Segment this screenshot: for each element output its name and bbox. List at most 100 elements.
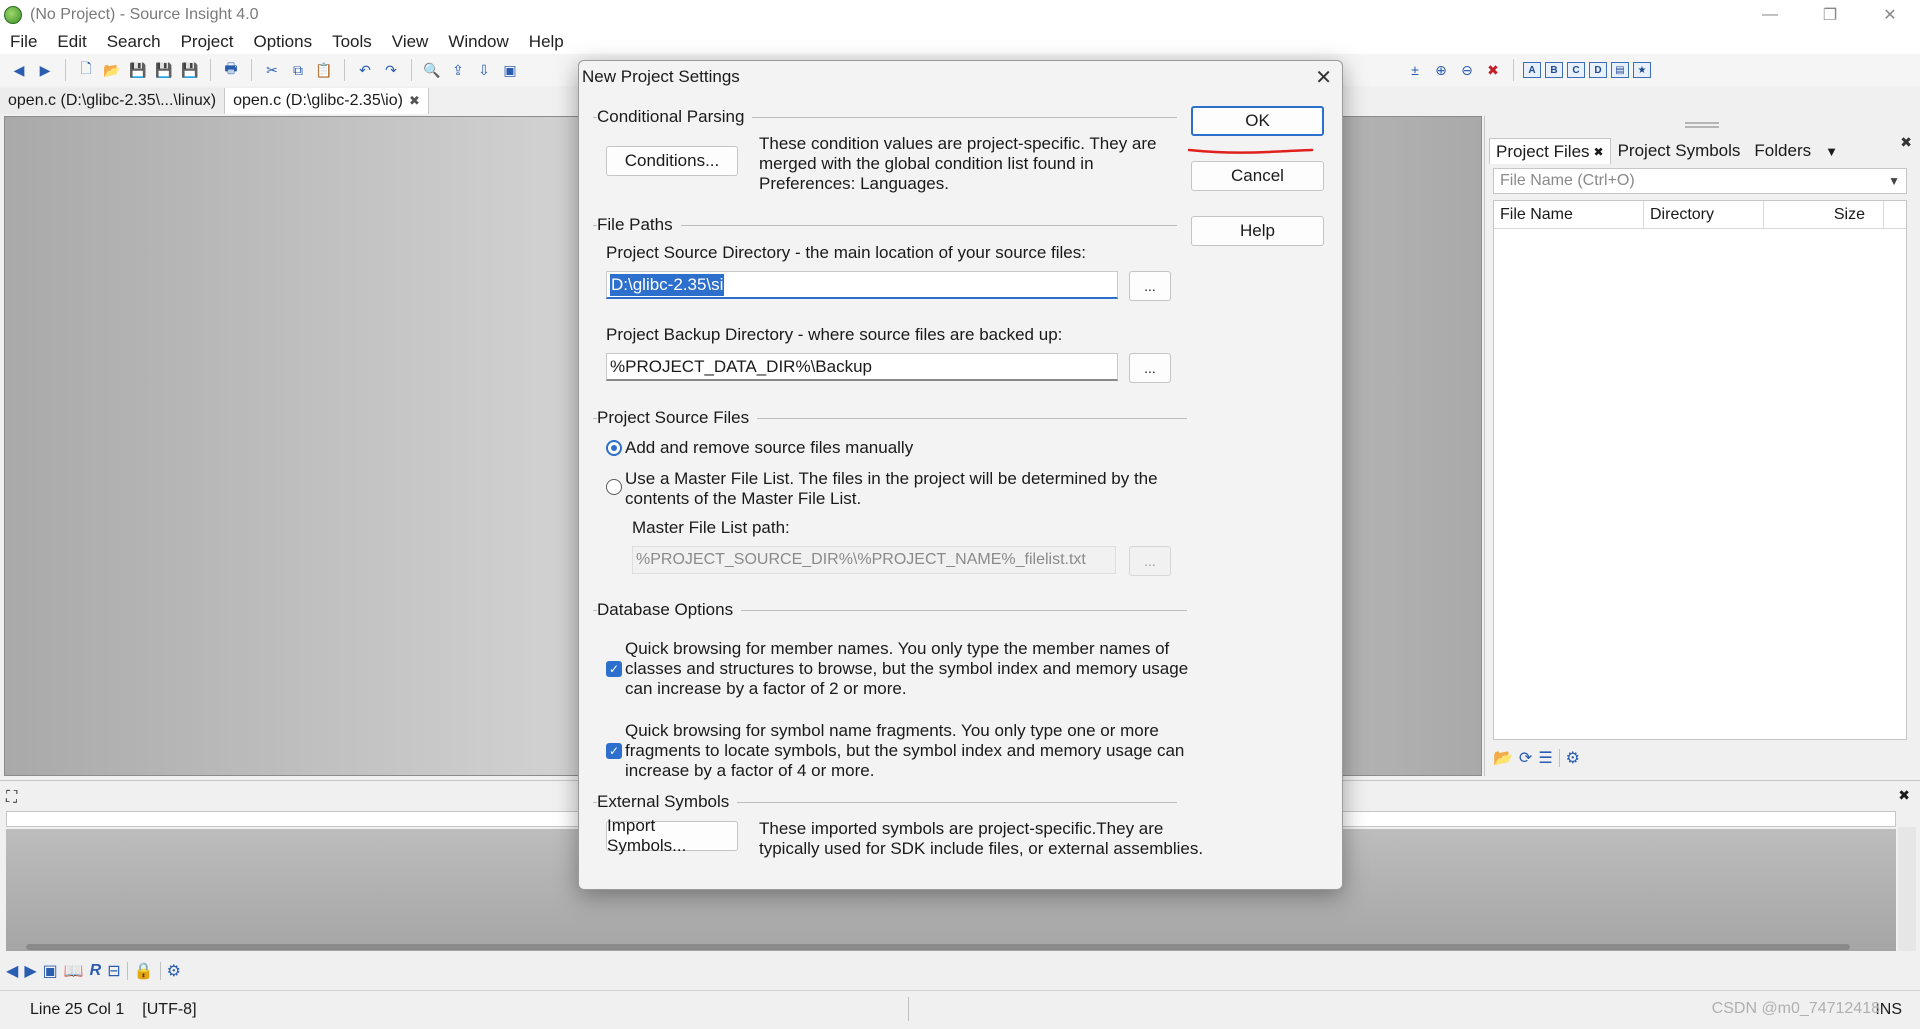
vertical-scrollbar[interactable] bbox=[1898, 827, 1916, 951]
jump-up-icon[interactable]: ⇪ bbox=[447, 59, 469, 81]
bookmark-icon[interactable]: ▣ bbox=[43, 961, 58, 981]
save-all-icon[interactable]: 💾 bbox=[179, 59, 201, 81]
manual-files-radio[interactable] bbox=[606, 440, 622, 456]
master-file-path-value: %PROJECT_SOURCE_DIR%\%PROJECT_NAME%_file… bbox=[636, 551, 1086, 568]
symbol-fragments-checkbox[interactable]: ✓ bbox=[606, 743, 622, 759]
tab-folders[interactable]: Folders ▼ bbox=[1747, 138, 1845, 164]
bookmark-icon[interactable]: ▣ bbox=[499, 59, 521, 81]
book-icon[interactable]: 📖 bbox=[64, 961, 84, 981]
toolbar-separator bbox=[210, 59, 211, 81]
gear-icon[interactable]: ⚙ bbox=[167, 961, 181, 981]
help-button[interactable]: Help bbox=[1191, 216, 1324, 246]
window-d-icon[interactable]: D bbox=[1589, 62, 1607, 78]
paste-icon[interactable]: 📋 bbox=[313, 59, 335, 81]
member-names-checkbox[interactable]: ✓ bbox=[606, 661, 622, 677]
external-symbols-label: External Symbols bbox=[597, 792, 738, 812]
group-divider bbox=[593, 225, 1177, 226]
save-icon[interactable]: 💾 bbox=[127, 59, 149, 81]
panel-grip-handle[interactable] bbox=[1685, 122, 1719, 128]
conditions-button[interactable]: Conditions... bbox=[606, 146, 738, 176]
window-c-icon[interactable]: C bbox=[1567, 62, 1585, 78]
symbol-fragments-line3: increase by a factor of 4 or more. bbox=[625, 761, 875, 780]
list-icon[interactable]: ☰ bbox=[1538, 748, 1552, 768]
master-file-list-line1[interactable]: Use a Master File List. The files in the… bbox=[625, 469, 1158, 489]
ok-button[interactable]: OK bbox=[1191, 106, 1324, 136]
close-panel-icon[interactable]: ✖ bbox=[1900, 134, 1912, 151]
open-folder-icon[interactable]: 📂 bbox=[101, 59, 123, 81]
open-folder-icon[interactable]: 📂 bbox=[1493, 748, 1513, 768]
file-list[interactable]: File Name Directory Size bbox=[1493, 200, 1907, 740]
menu-edit[interactable]: Edit bbox=[47, 32, 96, 52]
menu-project[interactable]: Project bbox=[171, 32, 244, 52]
reference-icon[interactable]: R bbox=[90, 962, 102, 980]
back-arrow-icon[interactable]: ◀ bbox=[8, 59, 30, 81]
new-project-settings-dialog: New Project Settings ✕ OK Cancel Help Co… bbox=[578, 60, 1343, 890]
save-as-icon[interactable]: 💾 bbox=[153, 59, 175, 81]
insert-line-icon[interactable]: ⊕ bbox=[1430, 59, 1452, 81]
column-directory[interactable]: Directory bbox=[1644, 201, 1764, 228]
file-name-filter-input[interactable]: File Name (Ctrl+O) ▼ bbox=[1493, 168, 1907, 194]
column-size[interactable]: Size bbox=[1764, 201, 1884, 228]
browse-master-button: ... bbox=[1129, 546, 1171, 576]
tree-icon[interactable]: ⊟ bbox=[107, 961, 120, 981]
copy-icon[interactable]: ⧉ bbox=[287, 59, 309, 81]
chevron-down-icon[interactable]: ▼ bbox=[1888, 174, 1900, 188]
window-a-icon[interactable]: A bbox=[1523, 62, 1541, 78]
window-b-icon[interactable]: B bbox=[1545, 62, 1563, 78]
file-tab-io[interactable]: open.c (D:\glibc-2.35\io) ✖ bbox=[225, 88, 429, 114]
file-tab-linux[interactable]: open.c (D:\glibc-2.35\...\linux) bbox=[0, 88, 226, 114]
context-window-icon[interactable]: ⛶ bbox=[6, 789, 17, 807]
lock-icon[interactable]: 🔒 bbox=[134, 961, 154, 981]
clear-icon[interactable]: ✖ bbox=[1482, 59, 1504, 81]
menu-view[interactable]: View bbox=[382, 32, 439, 52]
toolbar-separator bbox=[344, 59, 345, 81]
cut-icon[interactable]: ✂ bbox=[261, 59, 283, 81]
database-options-label: Database Options bbox=[597, 600, 742, 620]
menu-help[interactable]: Help bbox=[519, 32, 574, 52]
menu-file[interactable]: File bbox=[0, 32, 47, 52]
window-folder-icon[interactable]: ▤ bbox=[1611, 62, 1629, 78]
gear-icon[interactable]: ⚙ bbox=[1566, 748, 1580, 768]
minimize-button[interactable]: — bbox=[1740, 0, 1800, 30]
redo-icon[interactable]: ↷ bbox=[380, 59, 402, 81]
menu-search[interactable]: Search bbox=[97, 32, 171, 52]
close-window-button[interactable]: ✕ bbox=[1860, 0, 1920, 30]
close-tab-icon[interactable]: ✖ bbox=[1594, 145, 1604, 159]
menu-options[interactable]: Options bbox=[244, 32, 323, 52]
master-file-list-line2[interactable]: contents of the Master File List. bbox=[625, 489, 861, 509]
master-file-list-radio[interactable] bbox=[606, 479, 622, 495]
menu-tools[interactable]: Tools bbox=[322, 32, 382, 52]
jump-down-icon[interactable]: ⇩ bbox=[473, 59, 495, 81]
new-file-icon[interactable]: 🗋 bbox=[75, 59, 97, 81]
back-arrow-icon[interactable]: ◀ bbox=[6, 961, 18, 981]
browse-backup-button[interactable]: ... bbox=[1129, 353, 1171, 383]
delete-line-icon[interactable]: ⊖ bbox=[1456, 59, 1478, 81]
close-tab-icon[interactable]: ✖ bbox=[409, 93, 420, 109]
toggle-icon[interactable]: ± bbox=[1404, 59, 1426, 81]
undo-icon[interactable]: ↶ bbox=[354, 59, 376, 81]
toolbar-separator bbox=[159, 962, 161, 980]
menu-window[interactable]: Window bbox=[438, 32, 518, 52]
column-file-name[interactable]: File Name bbox=[1494, 201, 1644, 228]
chevron-down-icon[interactable]: ▼ bbox=[1825, 144, 1838, 159]
sync-icon[interactable]: ⟳ bbox=[1519, 748, 1532, 768]
browse-source-button[interactable]: ... bbox=[1129, 271, 1171, 301]
source-directory-input[interactable]: D:\glibc-2.35\si bbox=[606, 271, 1118, 299]
search-icon[interactable]: 🔍 bbox=[421, 59, 443, 81]
tab-project-files[interactable]: Project Files ✖ bbox=[1489, 138, 1611, 164]
tab-project-symbols[interactable]: Project Symbols bbox=[1611, 138, 1748, 164]
close-dialog-icon[interactable]: ✕ bbox=[1315, 65, 1332, 90]
print-icon[interactable]: 🖶 bbox=[220, 59, 242, 81]
horizontal-scrollbar[interactable] bbox=[26, 944, 1850, 950]
restore-button[interactable]: ❐ bbox=[1800, 0, 1860, 30]
forward-arrow-icon[interactable]: ▶ bbox=[34, 59, 56, 81]
import-symbols-button[interactable]: Import Symbols... bbox=[606, 816, 738, 855]
cancel-button[interactable]: Cancel bbox=[1191, 161, 1324, 191]
manual-files-label[interactable]: Add and remove source files manually bbox=[625, 438, 913, 458]
forward-arrow-icon[interactable]: ▶ bbox=[24, 961, 36, 981]
window-star-icon[interactable]: ★ bbox=[1633, 62, 1651, 78]
backup-directory-input[interactable]: %PROJECT_DATA_DIR%\Backup bbox=[606, 353, 1118, 381]
backup-directory-value: %PROJECT_DATA_DIR%\Backup bbox=[610, 356, 872, 376]
close-panel-icon[interactable]: ✖ bbox=[1898, 787, 1910, 804]
file-paths-label: File Paths bbox=[597, 215, 681, 235]
